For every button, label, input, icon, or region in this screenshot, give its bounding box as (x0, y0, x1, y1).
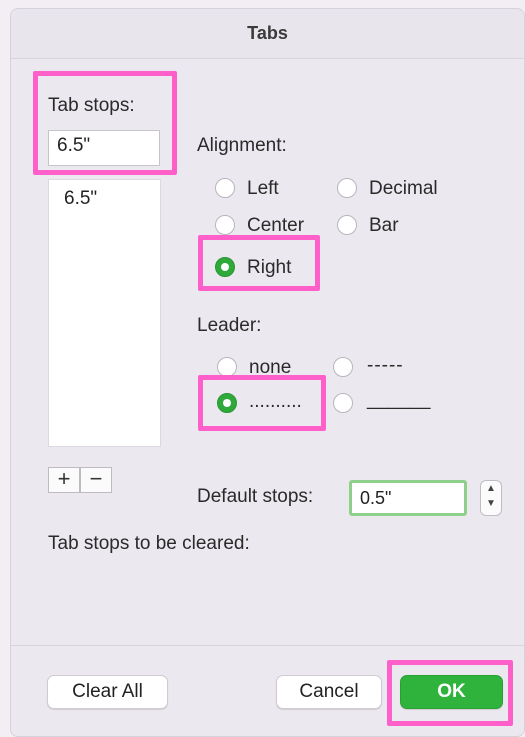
default-stops-label: Default stops: (197, 486, 314, 507)
alignment-center-label[interactable]: Center (247, 215, 304, 237)
leader-underline-radio[interactable] (333, 393, 353, 413)
cancel-button[interactable]: Cancel (276, 675, 382, 709)
footer-divider (11, 645, 524, 646)
tab-stops-highlight (33, 71, 177, 175)
tab-stops-to-be-cleared-label: Tab stops to be cleared: (48, 533, 250, 554)
leader-none-radio[interactable] (217, 357, 237, 377)
leader-dots-highlight (198, 375, 326, 431)
default-stops-input[interactable]: 0.5" (349, 480, 467, 516)
leader-dashes-label[interactable]: ----- (367, 355, 404, 377)
remove-tab-stop-button[interactable]: − (80, 467, 112, 493)
alignment-left-radio[interactable] (215, 178, 235, 198)
alignment-left-label[interactable]: Left (247, 178, 279, 200)
dialog-title: Tabs (247, 23, 288, 43)
alignment-bar-label[interactable]: Bar (369, 215, 399, 237)
alignment-right-highlight (198, 235, 320, 291)
alignment-decimal-radio[interactable] (337, 178, 357, 198)
alignment-center-radio[interactable] (215, 215, 235, 235)
tabs-dialog: Tabs Tab stops: 6.5" 6.5" + − Alignment:… (10, 8, 525, 737)
up-down-stepper-icon[interactable]: ▲ ▼ (480, 480, 502, 516)
alignment-label: Alignment: (197, 135, 287, 156)
leader-underline-label[interactable]: ______ (367, 389, 430, 411)
title-bar: Tabs (11, 9, 524, 59)
ok-button-highlight (387, 660, 513, 726)
tab-stops-list[interactable]: 6.5" (48, 179, 161, 447)
alignment-decimal-label[interactable]: Decimal (369, 178, 438, 200)
stepper-up-icon[interactable]: ▲ (481, 481, 501, 496)
list-item[interactable]: 6.5" (64, 188, 97, 210)
clear-all-button[interactable]: Clear All (47, 675, 168, 709)
leader-label: Leader: (197, 315, 262, 336)
alignment-bar-radio[interactable] (337, 215, 357, 235)
stepper-down-icon[interactable]: ▼ (481, 496, 501, 511)
add-tab-stop-button[interactable]: + (48, 467, 80, 493)
leader-dashes-radio[interactable] (333, 357, 353, 377)
